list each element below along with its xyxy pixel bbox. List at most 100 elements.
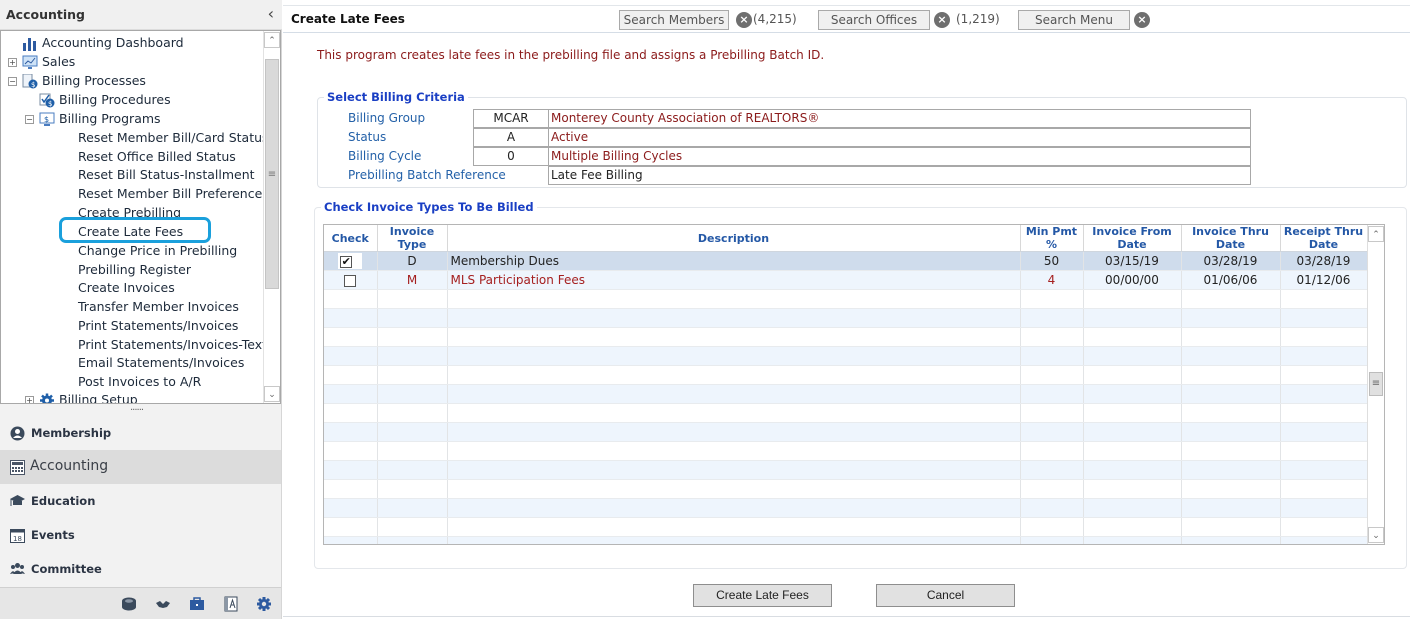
col-header-receipt-thru-date[interactable]: Receipt Thru Date [1280, 225, 1368, 252]
expand-icon[interactable]: + [25, 396, 34, 403]
tree-item-create-late-fees[interactable]: Create Late Fees [78, 222, 183, 241]
empty-cell [324, 327, 378, 347]
invoice-from-date-cell[interactable]: 00/00/00 [1083, 270, 1182, 290]
search-offices-button[interactable]: Search Offices [818, 10, 930, 30]
col-header-invoice-thru-date[interactable]: Invoice Thru Date [1181, 225, 1281, 252]
min-pmt-cell[interactable]: 4 [1020, 270, 1084, 290]
tree-item-accounting-dashboard[interactable]: Accounting Dashboard [22, 33, 184, 52]
create-late-fees-button[interactable]: Create Late Fees [693, 584, 832, 607]
handshake-icon[interactable] [155, 596, 171, 612]
gear-icon[interactable] [256, 596, 272, 612]
invoice-types-legend: Check Invoice Types To Be Billed [321, 200, 537, 214]
clear-members-icon[interactable]: × [736, 12, 752, 28]
col-header-description[interactable]: Description [447, 225, 1021, 252]
empty-cell [1181, 308, 1281, 328]
cancel-button[interactable]: Cancel [876, 584, 1015, 607]
tree-item-transfer-member-invoices[interactable]: Transfer Member Invoices [78, 297, 239, 316]
table-row[interactable]: ✔ D Membership Dues 50 03/15/19 03/28/19… [324, 251, 1384, 271]
scroll-up-icon[interactable]: ⌃ [264, 32, 280, 48]
invoice-type-cell: M [377, 270, 448, 290]
tree-item-print-statements-invoices[interactable]: Print Statements/Invoices [78, 316, 238, 335]
tree-item-reset-bill-status-installment[interactable]: Reset Bill Status-Installment [78, 165, 255, 184]
collapse-icon[interactable]: − [25, 115, 34, 124]
col-header-invoice-type[interactable]: Invoice Type [377, 225, 448, 252]
nav-committee[interactable]: Committee [0, 552, 281, 586]
tree-scrollbar[interactable]: ⌃ ≡ ⌄ [263, 31, 280, 403]
tree-item-billing-procedures[interactable]: $ Billing Procedures [39, 90, 171, 109]
tree-item-print-statements-invoices-text[interactable]: Print Statements/Invoices-Text [78, 335, 267, 354]
billing-criteria-group: Select Billing Criteria Billing Group MC… [317, 90, 1407, 188]
scroll-down-icon[interactable]: ⌄ [1368, 527, 1384, 543]
sidebar-title: Accounting [6, 7, 85, 22]
tree-item-post-invoices-to-ar[interactable]: Post Invoices to A/R [78, 372, 201, 391]
footer-divider [283, 616, 1410, 617]
nav-label: Committee [31, 562, 102, 576]
search-members-button[interactable]: Search Members [619, 10, 729, 30]
tree-item-billing-setup[interactable]: + Billing Setup [25, 390, 138, 404]
nav-membership[interactable]: Membership [0, 416, 281, 450]
briefcase-icon[interactable] [189, 596, 205, 612]
check-cell[interactable]: ✔ [324, 251, 378, 271]
tree-item-sales[interactable]: + Sales [8, 52, 75, 71]
empty-cell [1181, 441, 1281, 461]
nav-label: Membership [31, 426, 112, 440]
receipt-thru-date-cell[interactable]: 01/12/06 [1280, 270, 1368, 290]
status-code-field[interactable]: A [473, 128, 549, 147]
empty-table-row [324, 441, 1384, 461]
scroll-up-icon[interactable]: ⌃ [1368, 226, 1384, 242]
empty-cell [1083, 422, 1182, 442]
empty-table-row [324, 517, 1384, 537]
expand-icon[interactable]: + [8, 58, 17, 67]
nav-accounting[interactable]: Accounting [0, 450, 281, 484]
min-pmt-cell[interactable]: 50 [1020, 251, 1084, 271]
empty-cell [1020, 498, 1084, 518]
tree-item-reset-member-bill-card-status[interactable]: Reset Member Bill/Card Status [78, 128, 269, 147]
table-row[interactable]: M MLS Participation Fees 4 00/00/00 01/0… [324, 270, 1384, 290]
tree-item-label: Billing Setup [59, 392, 138, 404]
invoice-from-date-cell[interactable]: 03/15/19 [1083, 251, 1182, 271]
scroll-down-icon[interactable]: ⌄ [264, 386, 280, 402]
tree-item-prebilling-register[interactable]: Prebilling Register [78, 260, 191, 279]
offices-count: (1,219) [956, 12, 1000, 26]
col-header-invoice-from-date[interactable]: Invoice From Date [1083, 225, 1182, 252]
scroll-thumb[interactable]: ≡ [1369, 372, 1383, 396]
tree-item-reset-office-billed-status[interactable]: Reset Office Billed Status [78, 147, 236, 166]
nav-events[interactable]: 18 Events [0, 518, 281, 552]
tree-item-billing-programs[interactable]: − $ Billing Programs [25, 109, 161, 128]
empty-cell [1083, 403, 1182, 423]
tree-item-create-prebilling[interactable]: Create Prebilling [78, 203, 181, 222]
empty-cell [447, 289, 1021, 309]
tree-item-change-price-in-prebilling[interactable]: Change Price in Prebilling [78, 241, 237, 260]
billing-group-code-field[interactable]: MCAR [473, 109, 549, 128]
batch-reference-field[interactable]: Late Fee Billing [548, 166, 1251, 185]
row-checkbox[interactable]: ✔ [340, 255, 353, 268]
tree-item-billing-processes[interactable]: − $ Billing Processes [8, 71, 146, 90]
search-menu-button[interactable]: Search Menu [1018, 10, 1130, 30]
nav-education[interactable]: Education [0, 484, 281, 518]
resize-grip[interactable]: ...... [130, 402, 144, 413]
clear-menu-icon[interactable]: × [1134, 12, 1150, 28]
tree-item-reset-member-bill-preference[interactable]: Reset Member Bill Preference [78, 184, 262, 203]
invoice-thru-date-cell[interactable]: 01/06/06 [1181, 270, 1281, 290]
tree-item-email-statements-invoices[interactable]: Email Statements/Invoices [78, 353, 244, 372]
tree-item-label: Reset Member Bill/Card Status [78, 130, 269, 145]
grid-scrollbar[interactable]: ⌃ ≡ ⌄ [1367, 225, 1384, 544]
chevron-left-icon[interactable]: ‹ [268, 4, 274, 23]
contact-book-icon[interactable] [223, 596, 239, 612]
empty-cell [1181, 289, 1281, 309]
coins-icon[interactable] [121, 596, 137, 612]
svg-text:$: $ [31, 81, 35, 89]
col-header-min-pmt[interactable]: Min Pmt % [1020, 225, 1084, 252]
invoice-thru-date-cell[interactable]: 03/28/19 [1181, 251, 1281, 271]
collapse-icon[interactable]: − [8, 77, 17, 86]
tree-item-create-invoices[interactable]: Create Invoices [78, 278, 175, 297]
check-cell[interactable] [324, 270, 378, 290]
clear-offices-icon[interactable]: × [934, 12, 950, 28]
row-checkbox[interactable] [344, 274, 357, 287]
col-header-check[interactable]: Check [324, 225, 378, 252]
invoice-types-grid: Check Invoice Type Description Min Pmt %… [323, 224, 1385, 545]
billing-cycle-code-field[interactable]: 0 [473, 147, 549, 166]
receipt-thru-date-cell[interactable]: 03/28/19 [1280, 251, 1368, 271]
scroll-thumb[interactable]: ≡ [265, 59, 279, 289]
page-title: Create Late Fees [291, 12, 405, 26]
